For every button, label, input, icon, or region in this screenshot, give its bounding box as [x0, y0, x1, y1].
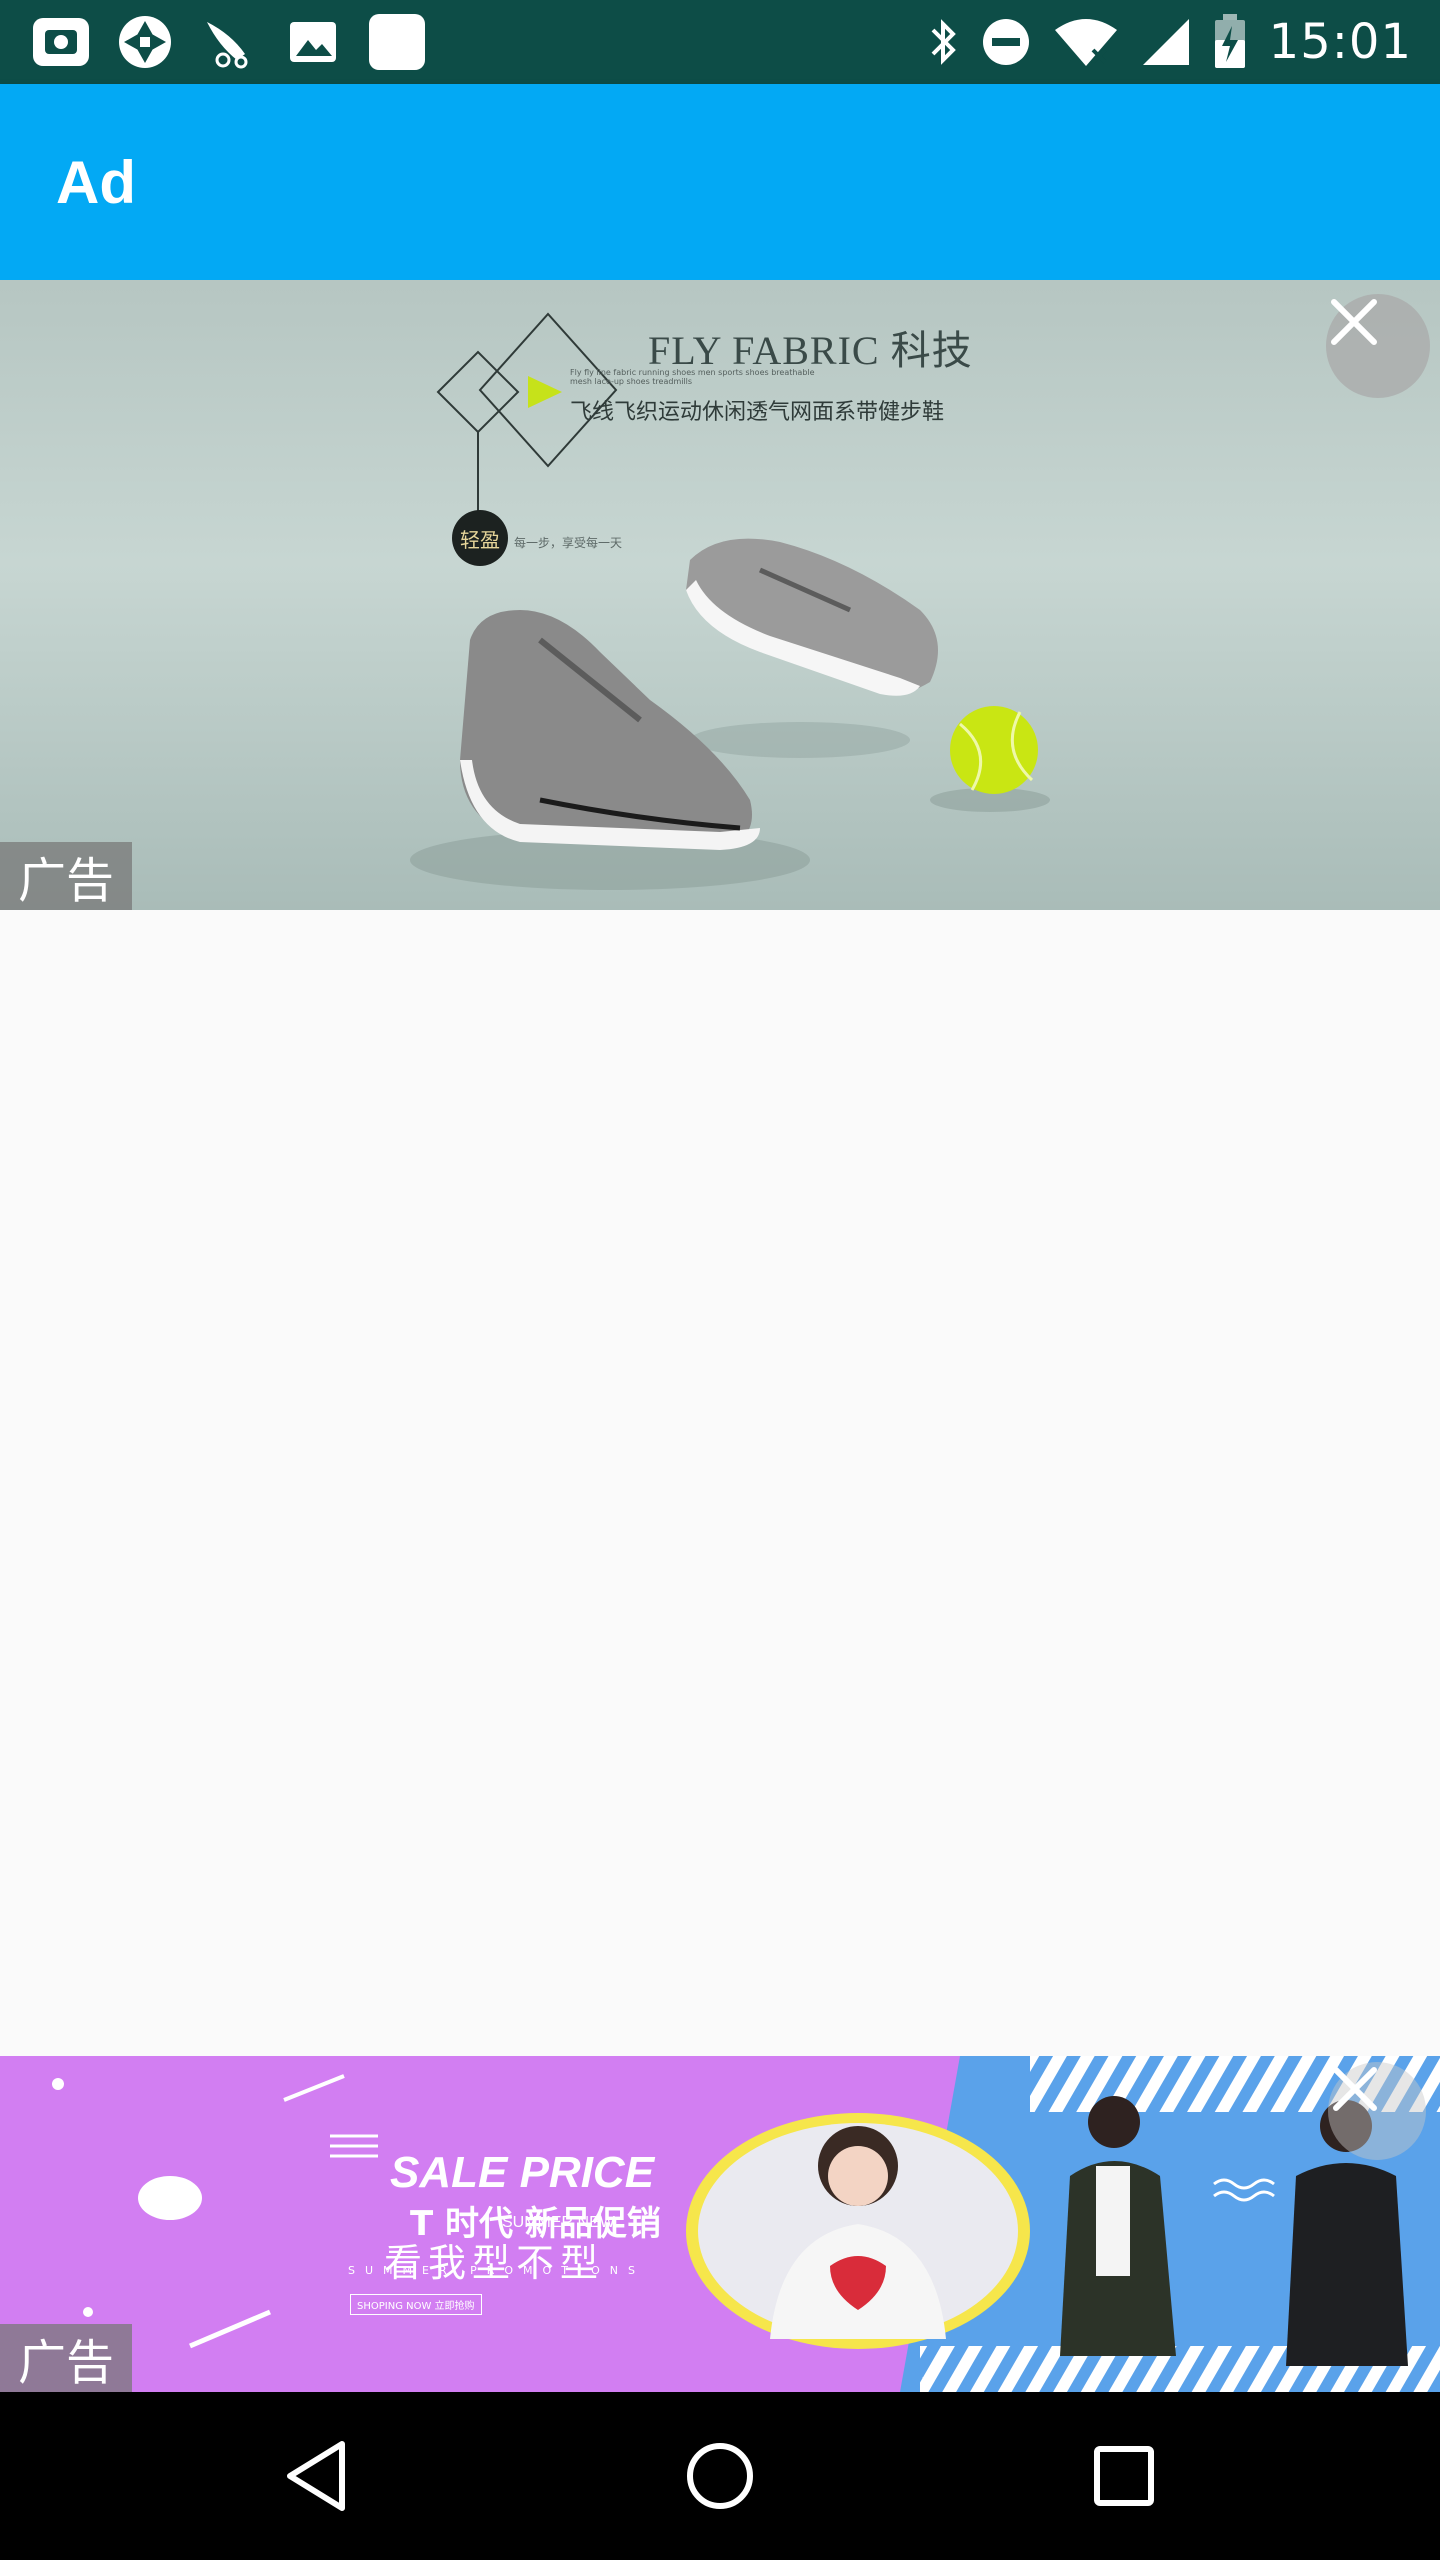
ad-badge: 轻盈 [452, 510, 508, 566]
sale-english: SUMMER NEW [502, 2214, 615, 2231]
sale-ad-artwork [52, 2056, 1440, 2392]
aperture-app-icon [114, 14, 176, 70]
close-icon [1333, 2067, 1377, 2111]
bottom-ad-banner[interactable]: SALE PRICE T 时代 新品促销 SUMMER NEW 看我型不型 SU… [0, 2056, 1440, 2392]
top-ad-banner[interactable]: FLY FABRIC 科技 Fly fly line fabric runnin… [0, 280, 1440, 910]
image-icon [282, 14, 344, 70]
notification-icons [30, 14, 428, 70]
clock: 15:01 [1268, 14, 1412, 70]
recents-button[interactable] [1074, 2426, 1174, 2526]
do-not-disturb-icon [982, 19, 1029, 65]
system-icons: 15:01 [929, 10, 1412, 74]
ad-tiny-text: Fly fly line fabric running shoes men sp… [570, 368, 815, 386]
close-icon [1331, 299, 1377, 345]
wifi-icon [1054, 19, 1117, 66]
close-ad-button-bottom[interactable] [1328, 2062, 1426, 2160]
camera-app-icon [30, 14, 92, 70]
sale-slogan: 看我型不型 [384, 2241, 605, 2285]
sale-small-text: SUMMER PROMOTIONS [348, 2264, 646, 2277]
recents-icon [1094, 2446, 1154, 2506]
close-ad-button[interactable] [1326, 294, 1430, 398]
ad-label: 广告 [0, 2324, 132, 2392]
ad-badge-caption: 每一步，享受每一天 [514, 536, 623, 550]
back-button[interactable] [266, 2426, 366, 2526]
home-button[interactable] [670, 2426, 770, 2526]
bird-app-icon [198, 14, 260, 70]
navigation-bar [0, 2392, 1440, 2560]
battery-charging-icon [1214, 14, 1245, 68]
square-app-icon [366, 14, 428, 70]
ad-subtitle: 飞线飞织运动休闲透气网面系带健步鞋 [570, 400, 945, 425]
shop-now-button[interactable]: SHOPING NOW 立即抢购 [350, 2294, 482, 2315]
back-icon [287, 2441, 345, 2511]
ad-label: 广告 [0, 842, 132, 910]
app-bar-title: Ad [56, 149, 136, 216]
status-bar: 15:01 [0, 0, 1440, 84]
app-bar: Ad [0, 84, 1440, 280]
home-icon [687, 2443, 753, 2509]
sale-title: SALE PRICE [390, 2148, 655, 2197]
cell-signal-icon [1142, 19, 1189, 65]
bluetooth-icon [931, 19, 956, 65]
